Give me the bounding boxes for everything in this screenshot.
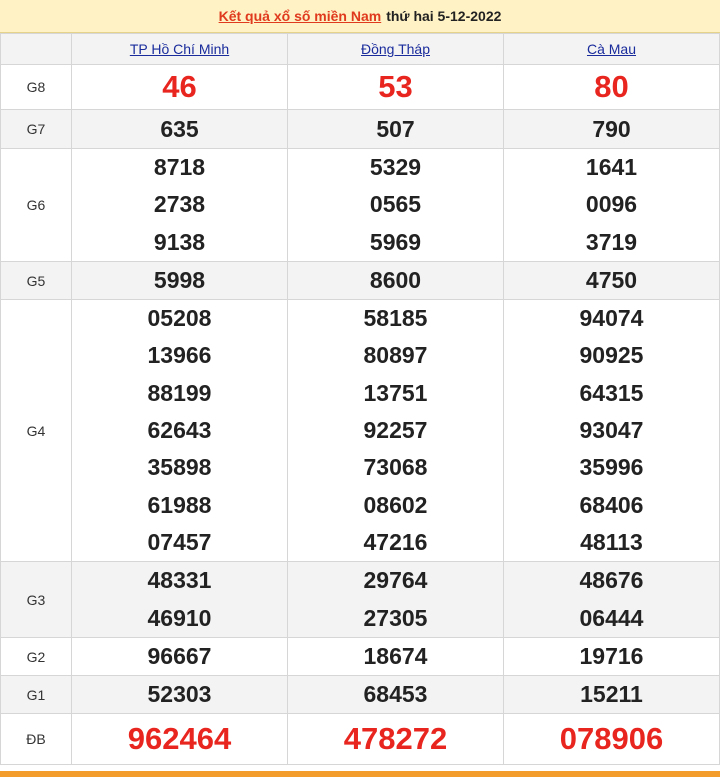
prize-label: G4 [0, 299, 72, 563]
prize-number: 88199 [147, 379, 212, 406]
prize-label: G6 [0, 148, 72, 262]
prize-number: 73068 [363, 454, 428, 481]
prize-number: 1641 [585, 154, 638, 180]
draw-date: thứ hai 5-12-2022 [386, 8, 502, 24]
prize-number: 08602 [363, 491, 428, 518]
prize-number: 90925 [579, 342, 644, 369]
prize-number: 48113 [580, 528, 643, 555]
prize-number: 46910 [147, 604, 212, 631]
prize-number: 94074 [579, 305, 644, 332]
prize-label: G2 [0, 636, 72, 677]
prize-number: 13751 [363, 379, 428, 406]
prize-number: 0096 [585, 191, 638, 218]
prize-number: 2738 [153, 191, 206, 218]
prize-number: 46 [162, 69, 197, 104]
prize-number: 48331 [147, 567, 212, 594]
prize-number: 35898 [147, 454, 212, 481]
prize-number: 5969 [369, 228, 422, 255]
prize-number: 790 [592, 116, 631, 142]
special-prize-number: 962464 [127, 721, 232, 757]
prize-label: ĐB [0, 713, 72, 766]
prize-number: 52303 [147, 681, 212, 708]
prize-label: G3 [0, 561, 72, 638]
province-link-ca-mau[interactable]: Cà Mau [587, 41, 636, 57]
province-link-dong-thap[interactable]: Đồng Tháp [361, 41, 430, 57]
prize-number: 35996 [579, 454, 644, 481]
prize-number: 9138 [153, 228, 206, 255]
footer-bar [0, 771, 720, 777]
prize-row-g6: G6 8718 2738 9138 5329 0565 5969 1641 00… [0, 148, 720, 262]
prize-number: 635 [160, 116, 199, 142]
prize-label: G8 [0, 64, 72, 110]
prize-number: 53 [378, 69, 413, 104]
prize-number: 07457 [147, 528, 212, 555]
prize-row-special: ĐB 962464 478272 078906 [0, 713, 720, 766]
province-link-hcm[interactable]: TP Hồ Chí Minh [130, 41, 229, 57]
prize-row-g7: G7 635 507 790 [0, 109, 720, 149]
lottery-results-page: Kết quả xổ số miền Nam thứ hai 5-12-2022… [0, 0, 720, 777]
prize-number: 80897 [363, 342, 428, 369]
prize-number: 92257 [363, 417, 428, 444]
prize-number: 15211 [580, 681, 643, 708]
prize-row-g5: G5 5998 8600 4750 [0, 260, 720, 301]
prize-number: 19716 [579, 642, 644, 669]
prize-number: 29764 [363, 567, 428, 594]
prize-number: 93047 [579, 417, 644, 444]
results-header: Kết quả xổ số miền Nam thứ hai 5-12-2022 [0, 0, 720, 33]
prize-number: 8718 [153, 154, 206, 180]
prize-label: G5 [0, 260, 72, 301]
special-prize-number: 078906 [559, 721, 664, 757]
prize-number: 3719 [585, 228, 638, 255]
prize-label: G1 [0, 675, 72, 715]
prize-number: 62643 [147, 417, 212, 444]
prize-row-g8: G8 46 53 80 [0, 64, 720, 110]
results-table: TP Hồ Chí Minh Đồng Tháp Cà Mau G8 46 53… [0, 33, 720, 766]
prize-number: 4750 [585, 266, 638, 293]
prize-row-g3: G3 48331 46910 29764 27305 48676 06444 [0, 561, 720, 638]
prize-row-g2: G2 96667 18674 19716 [0, 636, 720, 677]
prize-number: 58185 [363, 305, 428, 332]
province-header-row: TP Hồ Chí Minh Đồng Tháp Cà Mau [0, 33, 720, 65]
corner-cell [0, 33, 72, 65]
prize-number: 64315 [579, 379, 644, 406]
prize-row-g4: G4 05208 13966 88199 62643 35898 61988 0… [0, 299, 720, 563]
region-results-link[interactable]: Kết quả xổ số miền Nam [219, 8, 382, 24]
prize-number: 68406 [579, 491, 644, 518]
prize-number: 06444 [579, 604, 644, 631]
special-prize-number: 478272 [343, 721, 448, 757]
prize-number: 05208 [147, 305, 212, 332]
prize-number: 61988 [147, 491, 212, 518]
prize-number: 68453 [363, 681, 428, 708]
prize-number: 80 [594, 69, 629, 104]
prize-number: 47216 [363, 528, 428, 555]
prize-row-g1: G1 52303 68453 15211 [0, 675, 720, 715]
prize-number: 0565 [369, 191, 422, 218]
prize-number: 48676 [579, 567, 644, 594]
prize-number: 96667 [147, 642, 212, 669]
prize-number: 18674 [363, 642, 428, 669]
prize-number: 5998 [153, 266, 206, 293]
prize-number: 27305 [363, 604, 428, 631]
prize-label: G7 [0, 109, 72, 149]
prize-number: 507 [376, 116, 415, 142]
prize-number: 8600 [369, 266, 422, 293]
prize-number: 13966 [147, 342, 212, 369]
prize-number: 5329 [369, 154, 422, 180]
